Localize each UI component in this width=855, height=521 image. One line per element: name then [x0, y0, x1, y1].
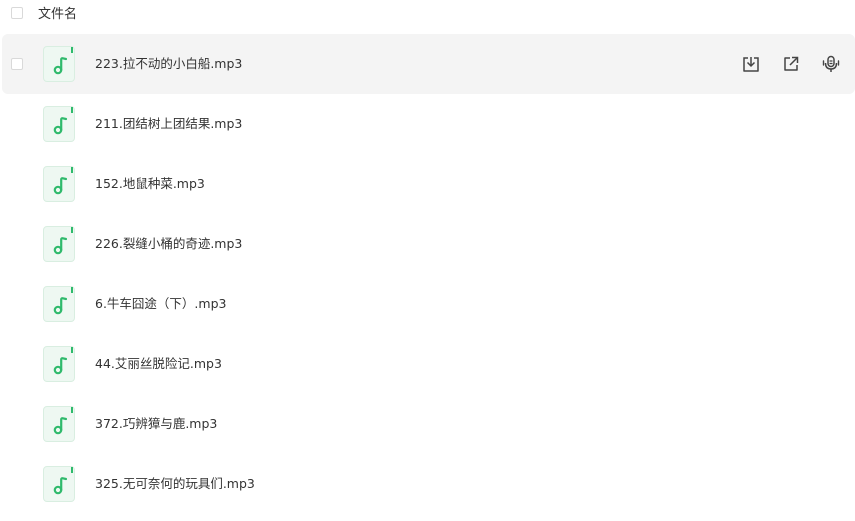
list-header: 文件名 — [0, 0, 855, 30]
voice-button[interactable] — [819, 52, 843, 76]
file-name[interactable]: 372.巧辨獐与鹿.mp3 — [95, 415, 217, 433]
select-all-checkbox[interactable] — [11, 7, 23, 19]
audio-file-icon — [43, 46, 75, 82]
file-row[interactable]: 6.牛车囧途（下）.mp3 — [2, 274, 855, 334]
file-list: 文件名 223.拉不动的小白船.mp3 211.团结树上团结果.mp3 152.… — [0, 0, 855, 521]
row-select-checkbox[interactable] — [11, 58, 23, 70]
audio-file-icon — [43, 406, 75, 442]
share-button[interactable] — [779, 52, 803, 76]
row-actions — [735, 52, 855, 76]
file-name[interactable]: 211.团结树上团结果.mp3 — [95, 115, 242, 133]
file-name[interactable]: 6.牛车囧途（下）.mp3 — [95, 295, 226, 313]
audio-file-icon — [43, 226, 75, 262]
column-header-filename[interactable]: 文件名 — [38, 6, 77, 24]
audio-file-icon — [43, 466, 75, 502]
file-row[interactable]: 372.巧辨獐与鹿.mp3 — [2, 394, 855, 454]
file-name[interactable]: 152.地鼠种菜.mp3 — [95, 175, 205, 193]
file-name[interactable]: 226.裂缝小桶的奇迹.mp3 — [95, 235, 242, 253]
download-button[interactable] — [739, 52, 763, 76]
share-icon — [781, 54, 801, 74]
audio-file-icon — [43, 166, 75, 202]
file-row[interactable]: 325.无可奈何的玩具们.mp3 — [2, 454, 855, 514]
file-rows: 223.拉不动的小白船.mp3 211.团结树上团结果.mp3 152.地鼠种菜… — [0, 34, 855, 514]
audio-file-icon — [43, 286, 75, 322]
file-row[interactable]: 44.艾丽丝脱险记.mp3 — [2, 334, 855, 394]
file-name[interactable]: 223.拉不动的小白船.mp3 — [95, 55, 242, 73]
file-row[interactable]: 223.拉不动的小白船.mp3 — [2, 34, 855, 94]
audio-file-icon — [43, 346, 75, 382]
voice-icon — [821, 54, 841, 74]
file-row[interactable]: 152.地鼠种菜.mp3 — [2, 154, 855, 214]
file-row[interactable]: 226.裂缝小桶的奇迹.mp3 — [2, 214, 855, 274]
file-name[interactable]: 325.无可奈何的玩具们.mp3 — [95, 475, 255, 493]
audio-file-icon — [43, 106, 75, 142]
download-icon — [741, 54, 761, 74]
file-row[interactable]: 211.团结树上团结果.mp3 — [2, 94, 855, 154]
file-name[interactable]: 44.艾丽丝脱险记.mp3 — [95, 355, 222, 373]
